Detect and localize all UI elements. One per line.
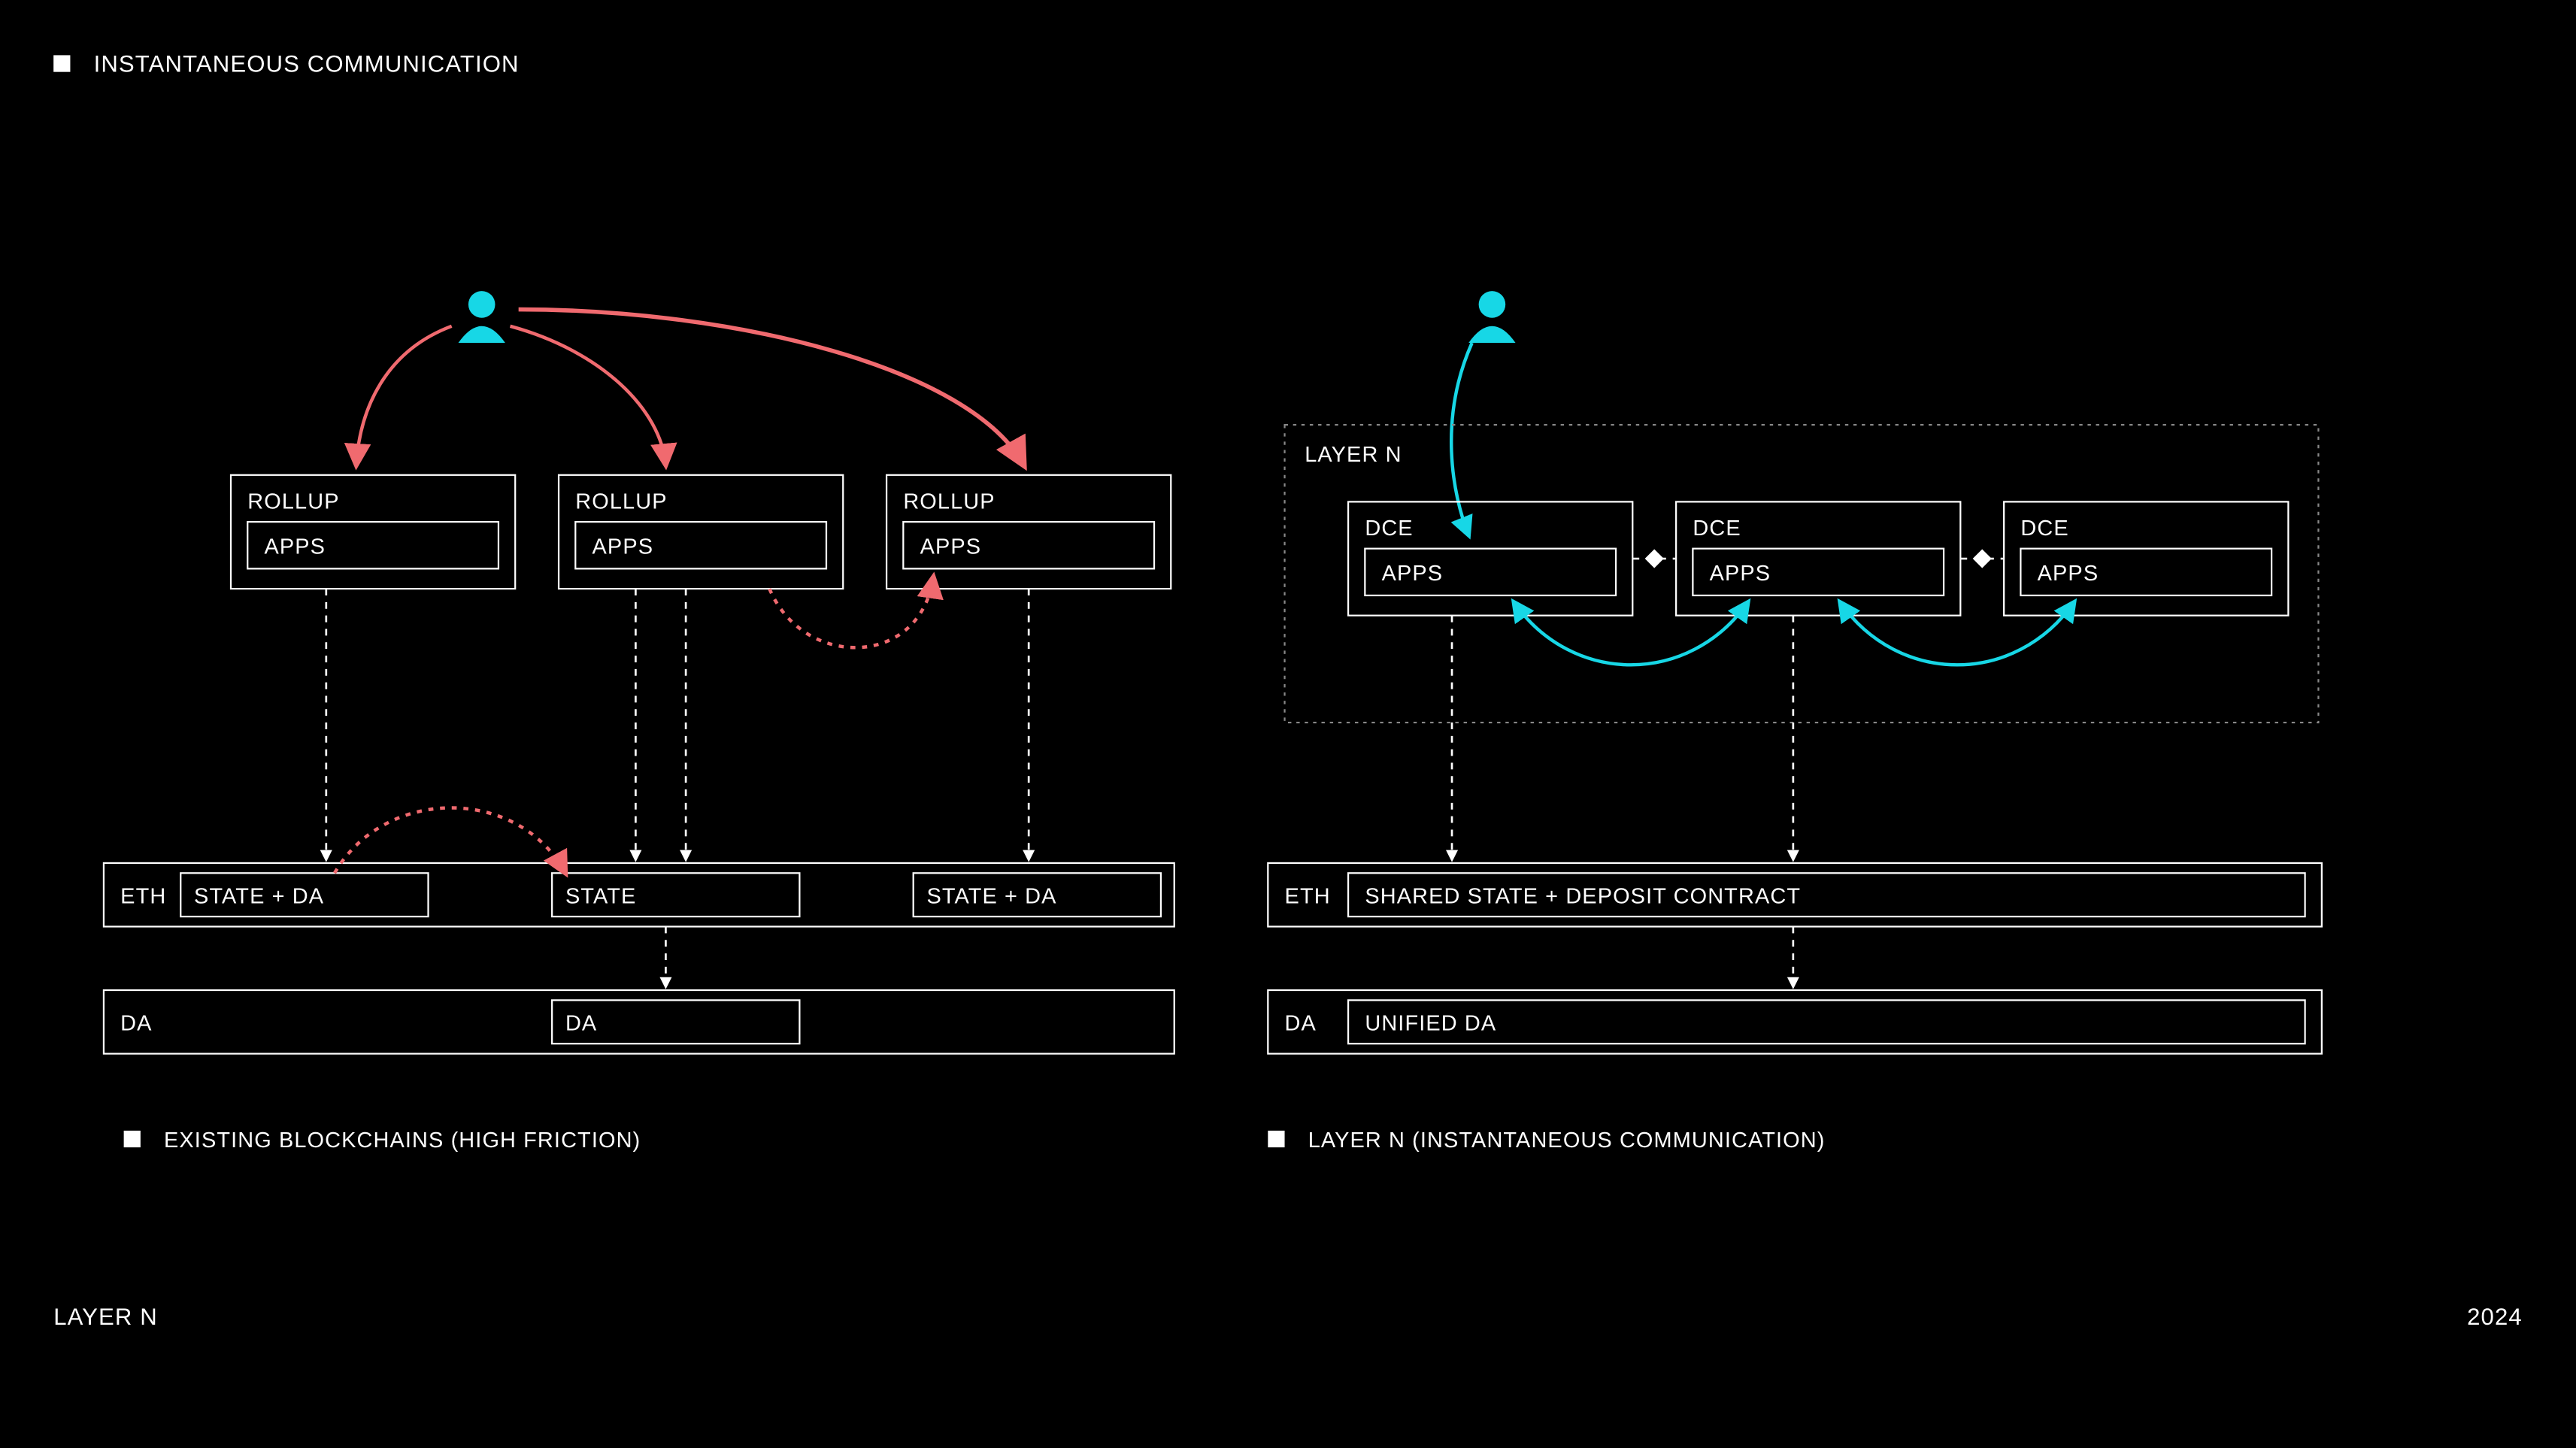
dce-box-1: DCE APPS <box>1348 501 1632 615</box>
arc-dce1-dce2 <box>1514 602 1747 665</box>
arc-dce2-dce3 <box>1840 602 2074 665</box>
da-cell-right: UNIFIED DA <box>1365 1011 1496 1035</box>
right-caption: LAYER N (INSTANTANEOUS COMMUNICATION) <box>1308 1128 1826 1153</box>
eth-label-right: ETH <box>1285 884 1331 908</box>
right-caption-bullet-icon <box>1268 1131 1284 1147</box>
dce-apps-2: APPS <box>1710 562 1771 586</box>
rollup-label-2: ROLLUP <box>575 489 667 513</box>
rollup-box-1: ROLLUP APPS <box>231 475 515 589</box>
diamond-icon-1 <box>1645 549 1664 568</box>
header-bullet-icon <box>53 55 70 71</box>
diamond-icon-2 <box>1973 549 1992 568</box>
slide-title: INSTANTANEOUS COMMUNICATION <box>94 51 520 77</box>
da-label-right: DA <box>1285 1011 1317 1035</box>
footer-brand: LAYER N <box>53 1304 158 1330</box>
layer-n-container-label: LAYER N <box>1305 443 1402 467</box>
rollup-box-3: ROLLUP APPS <box>886 475 1171 589</box>
rollup-apps-1: APPS <box>264 535 326 559</box>
arrow-user-to-rollup-1 <box>356 326 452 465</box>
eth-cell-3: STATE + DA <box>926 884 1056 908</box>
dce-apps-1: APPS <box>1382 562 1444 586</box>
user-icon-right <box>1468 291 1515 343</box>
da-label-left: DA <box>120 1011 152 1035</box>
dce-box-3: DCE APPS <box>2004 501 2288 615</box>
dce-apps-3: APPS <box>2038 562 2099 586</box>
eth-cell-1: STATE + DA <box>194 884 324 908</box>
eth-cell-2: STATE <box>565 884 636 908</box>
rollup-label-1: ROLLUP <box>247 489 339 513</box>
arc-r2-r3 <box>769 577 933 648</box>
rollup-apps-3: APPS <box>920 535 982 559</box>
eth-cell-right: SHARED STATE + DEPOSIT CONTRACT <box>1365 884 1801 908</box>
arrow-user-to-rollup-3 <box>519 310 1024 465</box>
left-caption: EXISTING BLOCKCHAINS (HIGH FRICTION) <box>164 1128 641 1153</box>
footer-year: 2024 <box>2467 1304 2523 1330</box>
rollup-box-2: ROLLUP APPS <box>559 475 843 589</box>
left-caption-bullet-icon <box>124 1131 141 1147</box>
dce-box-2: DCE APPS <box>1676 501 1960 615</box>
da-cell-1: DA <box>565 1011 597 1035</box>
rollup-label-3: ROLLUP <box>903 489 995 513</box>
arrow-user-to-rollup-2 <box>511 326 666 465</box>
user-icon <box>459 291 505 343</box>
rollup-apps-2: APPS <box>592 535 654 559</box>
dce-label-1: DCE <box>1365 516 1413 541</box>
dce-label-2: DCE <box>1693 516 1741 541</box>
dce-label-3: DCE <box>2020 516 2068 541</box>
arrow-user-to-dce1 <box>1451 343 1471 535</box>
eth-label-left: ETH <box>120 884 166 908</box>
